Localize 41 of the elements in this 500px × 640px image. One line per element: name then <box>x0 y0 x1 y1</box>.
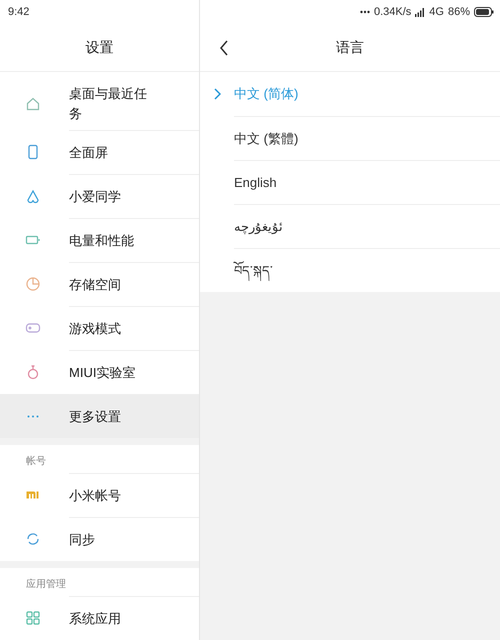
item-label: 更多设置 <box>69 408 122 426</box>
language-item[interactable]: ئۇيغۇرچە <box>200 204 500 248</box>
more-icon <box>360 10 370 14</box>
item-label: 游戏模式 <box>69 320 122 338</box>
grid-icon <box>25 610 41 626</box>
network-speed: 0.34K/s <box>374 4 412 20</box>
section-header: 帐号 <box>26 454 46 469</box>
item-label: 系统应用 <box>69 610 122 628</box>
item-label: MIUI实验室 <box>69 364 136 382</box>
chevron-icon <box>213 88 221 100</box>
item-label: 小米帐号 <box>69 486 122 504</box>
language-label: བོད་སྐད་ <box>234 260 273 280</box>
language-label: ئۇيغۇرچە <box>234 218 283 236</box>
language-label: 中文 (简体) <box>234 85 298 104</box>
more-icon <box>27 414 39 418</box>
back-icon <box>219 40 229 56</box>
language-item[interactable]: English <box>200 160 500 204</box>
item-label: 电量和性能 <box>69 232 135 250</box>
flask-icon <box>25 364 41 380</box>
page-title: 语言 <box>336 38 364 57</box>
item-label: 存储空间 <box>69 276 122 294</box>
language-item[interactable]: བོད་སྐད་ <box>200 248 500 292</box>
status-time: 9:42 <box>8 4 30 20</box>
language-item[interactable]: 中文 (繁體) <box>200 116 500 160</box>
signal-icon <box>415 8 426 16</box>
section-header: 应用管理 <box>26 578 66 592</box>
page-title: 设置 <box>86 38 114 57</box>
settings-item[interactable]: 更多设置 <box>0 394 199 438</box>
network-type: 4G <box>429 4 444 20</box>
battery-percent: 86% <box>448 4 470 20</box>
item-label: 小爱同学 <box>69 188 122 206</box>
sync-icon <box>25 531 41 547</box>
item-label: 桌面与最近任务 <box>69 85 148 123</box>
item-label: 同步 <box>69 530 96 548</box>
item-label: 全面屏 <box>69 144 109 162</box>
language-label: 中文 (繁體) <box>234 130 298 148</box>
language-label: English <box>234 174 277 192</box>
home-icon <box>25 96 41 112</box>
assistant-icon <box>25 188 41 204</box>
battery-icon <box>474 7 494 17</box>
pie-chart-icon <box>25 276 41 292</box>
